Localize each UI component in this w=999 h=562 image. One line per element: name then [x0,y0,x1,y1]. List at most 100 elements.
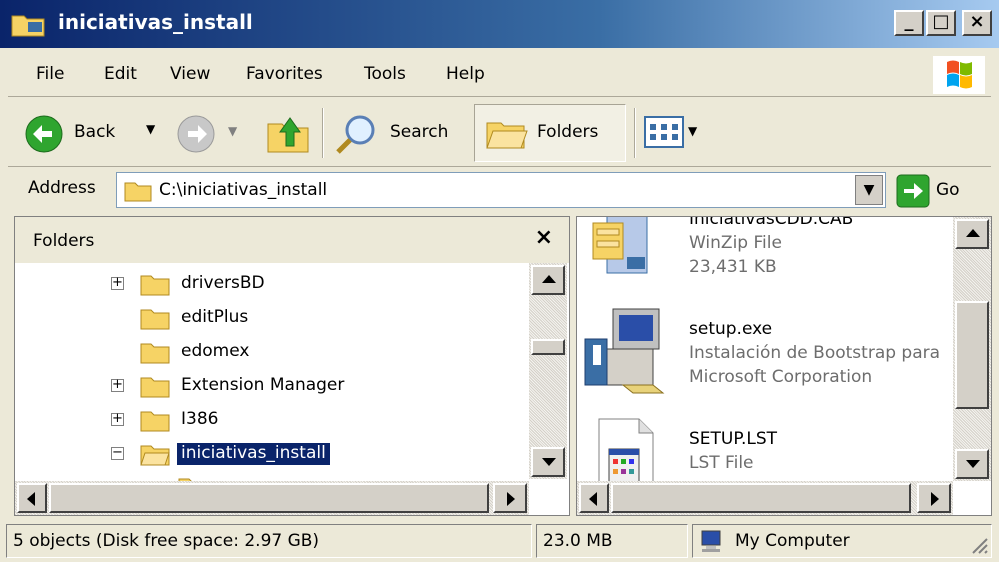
tree-item-iniciativas-install[interactable]: − iniciativas_install [15,439,525,471]
folders-pane-close-icon[interactable]: × [535,225,553,250]
tree-item-driversbd[interactable]: + driversBD [15,269,525,301]
file-size: 23,431 KB [689,257,777,277]
file-type: Instalación de Bootstrap para [689,343,941,363]
folders-icon [486,122,528,149]
file-item-iniciativascdd-cab[interactable]: IniciativasCDD.CAB WinZip File 23,431 KB [577,217,947,297]
scroll-left-button[interactable] [579,483,609,513]
menu-bar: File Edit View Favorites Tools Help [8,52,991,97]
file-company: Microsoft Corporation [689,367,873,387]
scroll-up-button[interactable] [531,265,565,295]
down-arrow-icon [966,460,980,468]
expand-plus-icon[interactable]: + [111,412,124,426]
right-arrow-icon [931,492,939,506]
search-button[interactable]: Search [334,100,466,166]
folder-icon [124,182,152,202]
scroll-right-button[interactable] [493,483,527,513]
expand-plus-icon[interactable]: + [111,276,124,290]
tree-item-label: driversBD [181,273,265,293]
menu-tools[interactable]: Tools [364,64,406,84]
go-button[interactable]: Go [896,174,986,208]
folder-icon [140,343,170,364]
scroll-right-button[interactable] [917,483,951,513]
views-dropdown-icon[interactable]: ▼ [688,124,697,138]
file-item-setup-exe[interactable]: setup.exe Instalación de Bootstrap para … [577,303,947,413]
up-folder-icon[interactable] [264,110,312,156]
down-arrow-icon [542,458,556,466]
minimize-button[interactable]: _ [894,10,924,36]
explorer-window: iniciativas_install _ □ × File Edit View… [0,0,999,562]
file-name: IniciativasCDD.CAB [689,216,854,229]
scroll-left-button[interactable] [17,483,47,513]
scroll-down-button[interactable] [531,447,565,477]
folders-pane-title: Folders [33,231,95,251]
folders-label: Folders [537,122,599,142]
tree-item-label: Extension Manager [181,375,345,395]
left-arrow-icon [27,492,35,506]
menu-view[interactable]: View [170,64,210,84]
lst-file-icon [598,418,654,487]
title-bar[interactable]: iniciativas_install _ □ × [0,0,999,48]
address-dropdown-icon[interactable]: ▼ [855,175,883,205]
status-bar: 5 objects (Disk free space: 2.97 GB) 23.… [0,520,999,562]
views-grid-icon [644,116,684,148]
up-arrow-icon [542,275,556,283]
collapse-minus-icon[interactable]: − [111,446,124,460]
go-label: Go [936,180,960,200]
back-button[interactable]: Back ▼ [18,100,168,166]
resize-grip-icon[interactable] [969,535,989,555]
scroll-down-button[interactable] [955,449,989,479]
views-button[interactable]: ▼ [644,100,714,166]
scroll-thumb[interactable] [955,301,989,409]
menu-help[interactable]: Help [446,64,485,84]
scroll-thumb[interactable] [531,339,565,355]
folders-pane-header: Folders × [15,217,569,263]
scroll-thumb[interactable] [49,483,489,513]
close-button[interactable]: × [962,10,992,36]
forward-dropdown-icon[interactable]: ▼ [228,124,237,138]
back-arrow-icon [25,115,63,153]
folders-pane: Folders × + driversBD editPlus edomex + … [14,216,570,516]
scroll-thumb[interactable] [611,483,911,513]
address-input[interactable]: C:\iniciativas_install ▼ [116,172,886,208]
tree-item-label-selected: iniciativas_install [177,443,330,465]
winzip-icon [592,217,648,274]
folders-horizontal-scrollbar[interactable] [15,481,529,515]
status-size-text: 23.0 MB [543,531,613,551]
search-icon [336,115,375,154]
back-dropdown-icon[interactable]: ▼ [146,122,155,136]
menu-file[interactable]: File [36,64,64,84]
window-title: iniciativas_install [58,10,253,34]
scroll-up-button[interactable] [955,219,989,249]
setup-computer-icon [584,308,665,394]
folder-icon [140,411,170,432]
file-item-setup-lst[interactable]: SETUP.LST LST File [577,417,947,487]
files-pane: IniciativasCDD.CAB WinZip File 23,431 KB… [576,216,992,516]
forward-button[interactable]: ▼ [174,100,248,166]
address-bar: Address C:\iniciativas_install ▼ Go [8,168,991,214]
file-name: setup.exe [689,319,773,339]
address-label: Address [28,178,96,198]
files-horizontal-scrollbar[interactable] [577,481,953,515]
search-label: Search [390,122,449,142]
tree-item-extension-manager[interactable]: + Extension Manager [15,371,525,403]
expand-plus-icon[interactable]: + [111,378,124,392]
menu-favorites[interactable]: Favorites [246,64,323,84]
status-size: 23.0 MB [536,524,688,558]
status-objects: 5 objects (Disk free space: 2.97 GB) [6,524,532,558]
toolbar-separator [322,108,324,158]
folder-icon [11,15,45,37]
tree-item-edomex[interactable]: edomex [15,337,525,369]
folder-icon [140,377,170,398]
files-vertical-scrollbar[interactable] [953,217,991,481]
my-computer-icon [701,530,721,552]
folders-button[interactable]: Folders [474,104,626,162]
toolbar-separator [634,108,636,158]
folders-vertical-scrollbar[interactable] [529,263,567,479]
tree-item-label: edomex [181,341,250,361]
tree-item-label: I386 [181,409,219,429]
tree-item-editplus[interactable]: editPlus [15,303,525,335]
maximize-button[interactable]: □ [926,10,956,36]
tree-item-i386[interactable]: + I386 [15,405,525,437]
status-location-text: My Computer [735,531,850,551]
menu-edit[interactable]: Edit [104,64,137,84]
